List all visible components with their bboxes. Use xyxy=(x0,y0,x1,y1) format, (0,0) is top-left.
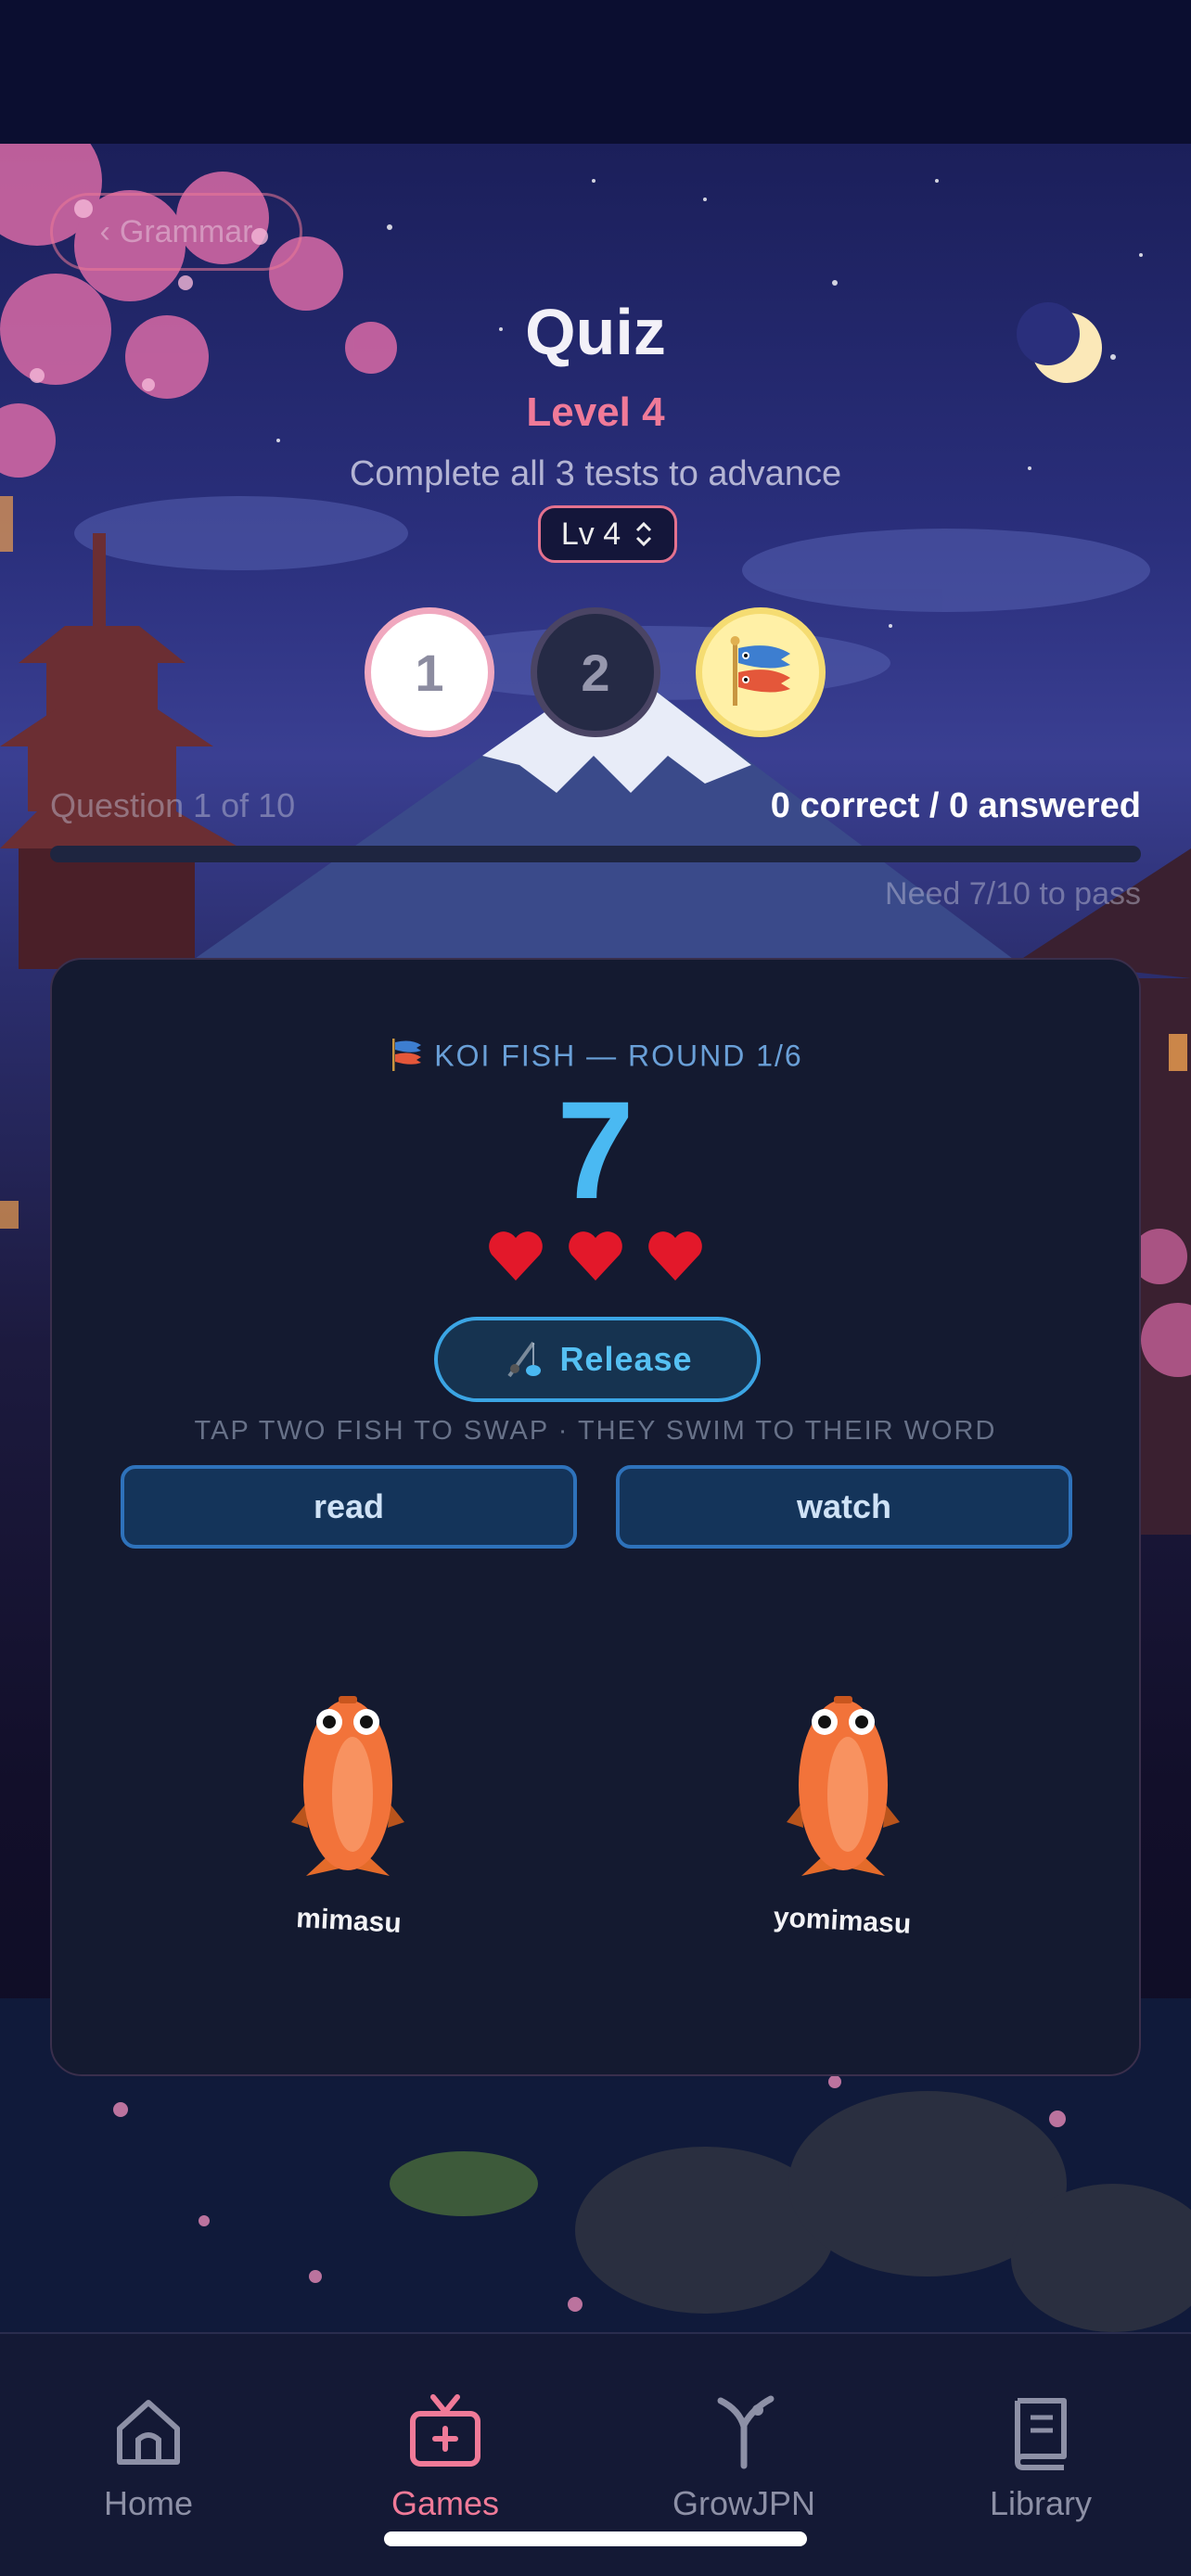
game-card: KOI FISH — ROUND 1/6 7 Release TAP TWO F… xyxy=(50,958,1141,2076)
level-subtitle: Complete all 3 tests to advance xyxy=(349,454,842,493)
page-title: Quiz xyxy=(525,296,666,368)
level-label: Level 4 xyxy=(526,389,665,435)
test-2-circle[interactable]: 2 xyxy=(531,607,660,737)
score-counter: 0 correct / 0 answered xyxy=(770,786,1141,825)
games-tv-icon xyxy=(410,2394,480,2467)
instruction-text: TAP TWO FISH TO SWAP · THEY SWIM TO THEI… xyxy=(194,1416,997,1446)
tab-home[interactable]: Home xyxy=(46,2390,250,2523)
koi-streamer-icon xyxy=(388,1036,425,1080)
library-book-icon xyxy=(1015,2398,1067,2470)
pass-requirement: Need 7/10 to pass xyxy=(885,876,1141,912)
test-1-circle[interactable]: 1 xyxy=(365,607,494,737)
tab-library[interactable]: Library xyxy=(939,2390,1143,2523)
pagoda-illustration xyxy=(0,533,241,969)
growjpn-icon xyxy=(717,2395,775,2469)
fishing-pole-icon xyxy=(507,1341,542,1378)
lives-hearts xyxy=(52,1229,1139,1284)
release-button-label: Release xyxy=(559,1340,693,1378)
progress-bar xyxy=(50,846,1141,862)
tab-library-label: Library xyxy=(989,2484,1093,2522)
test-1-label: 1 xyxy=(415,643,444,702)
back-button-label: Grammar xyxy=(119,213,253,249)
target-word-label: watch xyxy=(796,1487,892,1525)
heart-icon xyxy=(489,1231,543,1281)
status-bar-area xyxy=(0,0,1191,144)
back-button[interactable]: ‹ Grammar xyxy=(50,193,302,271)
final-test-circle[interactable] xyxy=(696,607,826,737)
tab-growjpn[interactable]: GrowJPN xyxy=(642,2390,846,2523)
level-select[interactable]: Lv 4 xyxy=(538,505,677,563)
home-indicator xyxy=(384,2531,807,2546)
chevron-left-icon: ‹ xyxy=(99,213,110,249)
fish-label: mimasu xyxy=(295,1903,403,1939)
test-2-label: 2 xyxy=(581,643,610,702)
chevron-up-down-icon xyxy=(634,520,654,548)
round-label-text: KOI FISH — ROUND 1/6 xyxy=(434,1039,803,1073)
target-word-read[interactable]: read xyxy=(121,1465,577,1549)
target-word-watch[interactable]: watch xyxy=(616,1465,1072,1549)
tab-home-label: Home xyxy=(103,2484,194,2522)
koi-fish-icon[interactable] xyxy=(288,1683,408,1878)
level-select-value: Lv 4 xyxy=(560,516,621,552)
koi-fish-icon[interactable] xyxy=(783,1683,903,1878)
target-word-label: read xyxy=(313,1487,385,1525)
release-button[interactable]: Release xyxy=(434,1317,761,1402)
tab-games[interactable]: Games xyxy=(343,2390,547,2523)
heart-icon xyxy=(648,1231,702,1281)
heart-icon xyxy=(569,1231,622,1281)
koi-streamer-icon xyxy=(730,636,790,706)
question-counter: Question 1 of 10 xyxy=(50,786,296,824)
countdown-timer: 7 xyxy=(557,1072,634,1228)
fish-label: yomimasu xyxy=(773,1902,912,1940)
tab-growjpn-label: GrowJPN xyxy=(672,2484,816,2522)
home-icon xyxy=(117,2400,180,2465)
tab-games-label: Games xyxy=(391,2484,500,2522)
